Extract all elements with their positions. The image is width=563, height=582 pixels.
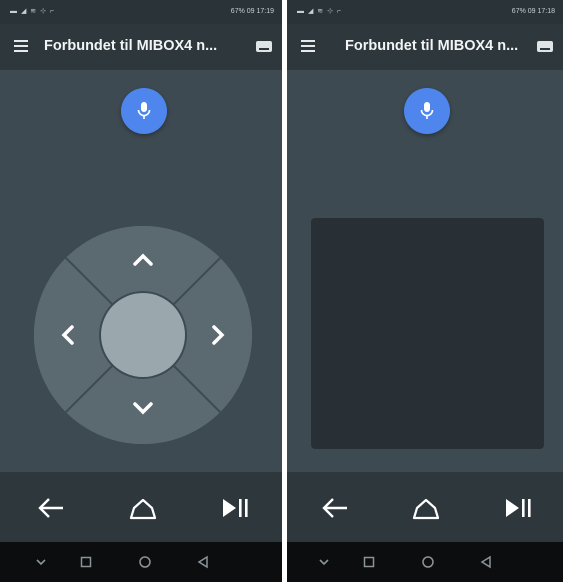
page-title: Forbundet til MIBOX4 n... [345,38,519,54]
app-bar: Forbundet til MIBOX4 n... [0,24,282,70]
remote-dpad-screen: ▬ ◢ ≋ ⊹ ⌐ 67% 09 17:19 Forbundet til MIB… [0,0,282,582]
status-bar: ▬ ◢ ≋ ⊹ ⌐ 67% 09 17:19 [0,0,282,24]
status-battery-time: 67% 09 17:18 [511,8,555,15]
status-battery-time: 67% 09 17:19 [230,8,274,15]
status-bar: ▬ ◢ ≋ ⊹ ⌐ 67% 09 17:18 [287,0,563,24]
keyboard-icon[interactable] [537,41,553,52]
remote-touchpad-screen: ▬ ◢ ≋ ⊹ ⌐ 67% 09 17:18 Forbundet til MIB… [287,0,563,582]
touchpad[interactable] [311,218,544,449]
nav-home-icon[interactable] [138,555,152,569]
back-arrow-icon[interactable] [320,494,350,522]
app-bar: Forbundet til MIBOX4 n... [287,24,563,70]
nav-recents-icon[interactable] [362,555,376,569]
microphone-icon [420,102,434,119]
system-nav-bar [287,542,563,582]
status-icons: ▬ ◢ ≋ ⊹ ⌐ [297,8,342,15]
dpad-center-button[interactable] [101,293,185,377]
hamburger-menu-icon[interactable] [301,40,315,52]
back-arrow-icon[interactable] [36,494,66,522]
bottom-controls [0,472,282,542]
nav-recents-icon[interactable] [79,555,93,569]
home-icon[interactable] [411,494,441,522]
voice-search-button[interactable] [121,88,167,134]
nav-home-icon[interactable] [421,555,435,569]
nav-hide-icon[interactable] [317,555,331,569]
status-icons: ▬ ◢ ≋ ⊹ ⌐ [10,8,55,15]
keyboard-icon[interactable] [256,41,272,52]
play-pause-icon[interactable] [220,494,250,522]
home-icon[interactable] [128,494,158,522]
dpad [34,226,252,444]
page-title: Forbundet til MIBOX4 n... [44,38,218,54]
voice-search-button[interactable] [404,88,450,134]
bottom-controls [287,472,563,542]
nav-back-icon[interactable] [196,555,210,569]
system-nav-bar [0,542,282,582]
nav-back-icon[interactable] [479,555,493,569]
hamburger-menu-icon[interactable] [14,40,28,52]
microphone-icon [137,102,151,119]
play-pause-icon[interactable] [503,494,533,522]
nav-hide-icon[interactable] [34,555,48,569]
